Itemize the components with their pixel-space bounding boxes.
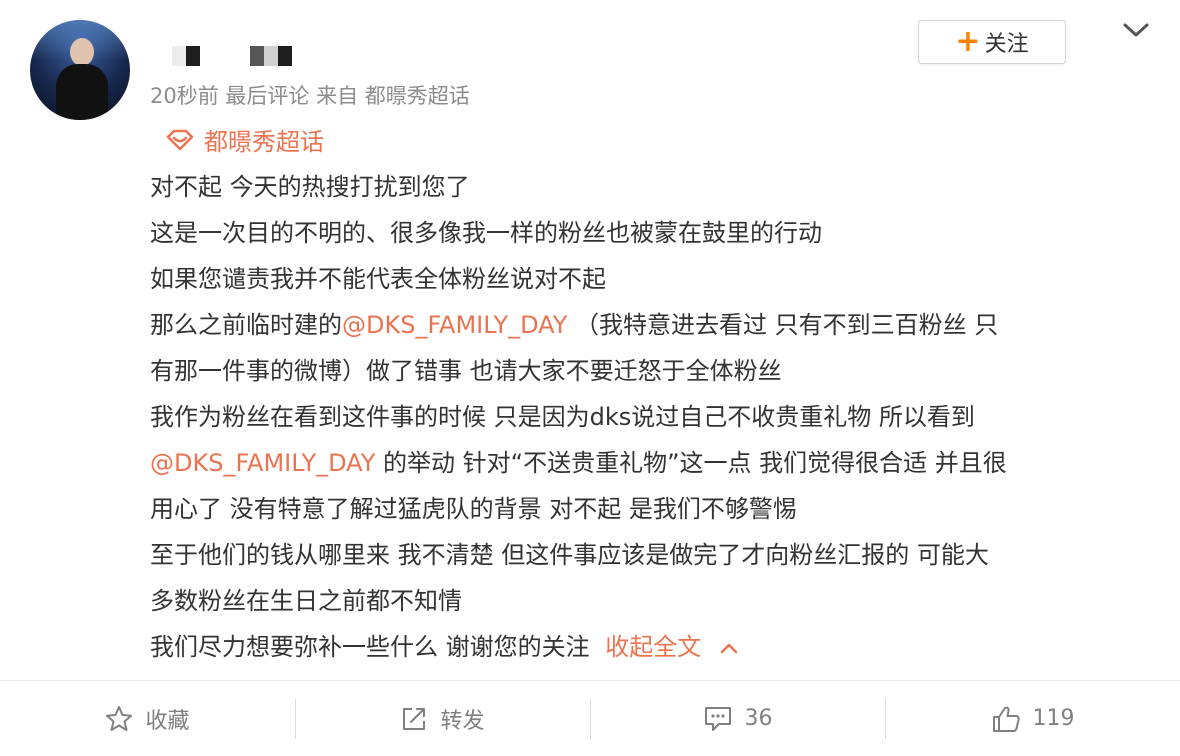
content-line: 那么之前临时建的@DKS_FAMILY_DAY （我特意进去看过 只有不到三百粉… (150, 311, 999, 339)
repost-icon (403, 707, 426, 730)
supertopic-icon (166, 129, 194, 150)
content-line: 有那一件事的微博）做了错事 也请大家不要迁怒于全体粉丝 (150, 357, 782, 385)
collapse-text-link[interactable]: 收起全文 (605, 633, 739, 661)
like-icon (992, 706, 1020, 732)
content-line: @DKS_FAMILY_DAY 的举动 针对“不送贵重礼物”这一点 我们觉得很合… (150, 449, 1007, 477)
mention-link[interactable]: @DKS_FAMILY_DAY (342, 311, 567, 339)
repost-button[interactable]: 转发 (295, 681, 590, 756)
like-button[interactable]: 119 (885, 681, 1180, 756)
avatar[interactable] (30, 20, 130, 120)
content-line: 我作为粉丝在看到这件事的时候 只是因为dks说过自己不收贵重礼物 所以看到 (150, 403, 975, 431)
follow-label: 关注 (984, 32, 1029, 57)
comment-icon (704, 706, 731, 731)
post-meta: 20秒前 最后评论 来自 都暻秀超话 (150, 84, 470, 108)
content-line: 对不起 今天的热搜打扰到您了 (150, 173, 470, 201)
like-count: 119 (1032, 706, 1075, 731)
content-line: 用心了 没有特意了解过猛虎队的背景 对不起 是我们不够警惕 (150, 495, 797, 523)
favorite-button[interactable]: 收藏 (0, 681, 295, 756)
mention-link[interactable]: @DKS_FAMILY_DAY (150, 449, 375, 477)
content-line: 多数粉丝在生日之前都不知情 (150, 587, 462, 615)
content-line: 至于他们的钱从哪里来 我不清楚 但这件事应该是做完了才向粉丝汇报的 可能大 (150, 541, 989, 569)
comment-count: 36 (744, 706, 773, 731)
favorite-label: 收藏 (145, 708, 190, 734)
chevron-up-icon (721, 643, 738, 654)
content-line: 如果您谴责我并不能代表全体粉丝说对不起 (150, 265, 606, 293)
supertopic-link[interactable]: 都暻秀超话 (166, 122, 324, 157)
follow-button[interactable]: + 关注 (918, 20, 1066, 64)
star-icon (106, 705, 133, 731)
content-line: 这是一次目的不明的、很多像我一样的粉丝也被蒙在鼓里的行动 (150, 219, 822, 247)
repost-label: 转发 (440, 708, 485, 734)
action-bar: 收藏 转发 36 119 (0, 681, 1180, 756)
comment-button[interactable]: 36 (590, 681, 885, 756)
supertopic-label: 都暻秀超话 (204, 128, 324, 156)
username-redacted[interactable] (172, 46, 292, 66)
content-line: 我们尽力想要弥补一些什么 谢谢您的关注 收起全文 (150, 624, 1150, 670)
plus-icon: + (955, 24, 981, 59)
post-content: 对不起 今天的热搜打扰到您了 这是一次目的不明的、很多像我一样的粉丝也被蒙在鼓里… (150, 164, 1150, 670)
chevron-down-icon[interactable] (1122, 20, 1150, 40)
